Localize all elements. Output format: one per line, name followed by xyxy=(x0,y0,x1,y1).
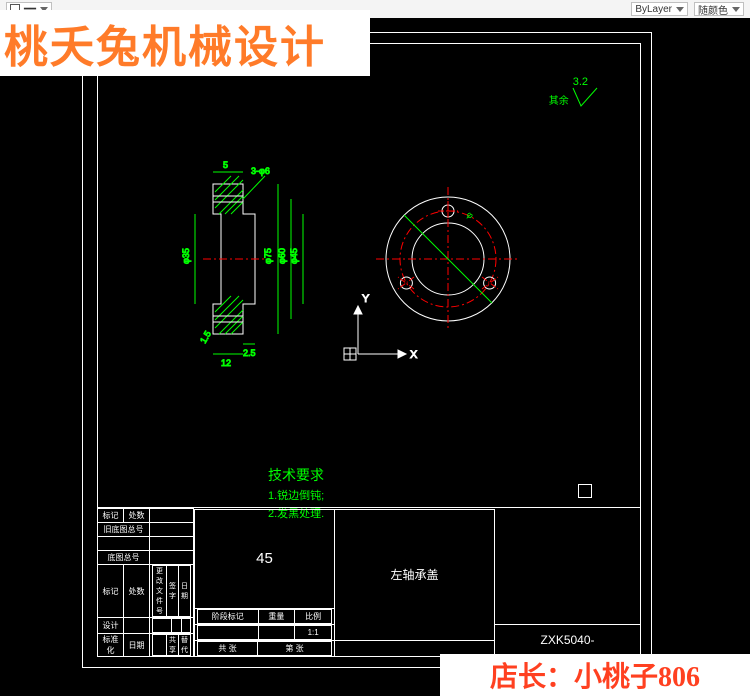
watermark-bottom-text: 店长：小桃子806 xyxy=(490,655,700,695)
drawing-sheet: 其余 3.2 技术要求 1.锐边倒钝; 2.发黑处理. xyxy=(82,32,652,668)
front-view: φ xyxy=(376,187,520,331)
svg-text:Y: Y xyxy=(362,293,370,305)
svg-text:φ75: φ75 xyxy=(263,248,273,264)
ucs-icon: X Y xyxy=(344,293,418,361)
reference-marker xyxy=(578,484,592,498)
drawing-frame: 其余 3.2 技术要求 1.锐边倒钝; 2.发黑处理. xyxy=(97,43,641,657)
surface-finish-mark: 其余 3.2 xyxy=(573,76,588,88)
views-svg: 5 3-φ6 φ75 φ60 φ45 φ35 12 2.5 1.5 xyxy=(158,154,578,434)
sf-rest-label: 其余 xyxy=(549,92,569,107)
watermark-top: 桃夭兔机械设计 xyxy=(0,10,370,76)
material-cell: 45 xyxy=(195,509,335,608)
color-label: 随颜色 xyxy=(698,2,728,17)
svg-text:φ45: φ45 xyxy=(289,248,299,264)
color-control-dropdown[interactable]: 随颜色 xyxy=(694,2,744,16)
svg-text:φ60: φ60 xyxy=(277,248,287,264)
drawing-views: 5 3-φ6 φ75 φ60 φ45 φ35 12 2.5 1.5 xyxy=(158,154,578,434)
svg-text:1.5: 1.5 xyxy=(198,329,213,345)
tb-cell xyxy=(150,509,194,523)
title-block: 标记 处数 45 左轴承盖 xyxy=(97,507,641,657)
tech-line-1: 1.锐边倒钝; xyxy=(268,488,324,506)
svg-text:3-φ6: 3-φ6 xyxy=(251,166,270,176)
layer-color-dropdown[interactable]: ByLayer xyxy=(631,2,688,16)
svg-text:5: 5 xyxy=(223,160,228,170)
watermark-top-text: 桃夭兔机械设计 xyxy=(4,11,326,75)
svg-text:2.5: 2.5 xyxy=(243,348,256,358)
layer-label: ByLayer xyxy=(635,4,672,15)
model-space[interactable]: 其余 3.2 技术要求 1.锐边倒钝; 2.发黑处理. xyxy=(0,18,750,696)
svg-text:φ: φ xyxy=(465,209,476,220)
drawing-number-cell: ZXK5040- xyxy=(495,624,641,656)
svg-text:X: X xyxy=(410,349,418,361)
tech-title: 技术要求 xyxy=(268,464,324,486)
svg-text:φ35: φ35 xyxy=(181,248,191,264)
section-view: 5 3-φ6 φ75 φ60 φ45 φ35 12 2.5 1.5 xyxy=(181,160,303,368)
svg-text:12: 12 xyxy=(221,358,231,368)
watermark-bottom: 店长：小桃子806 xyxy=(440,654,750,696)
part-name-cell: 左轴承盖 xyxy=(335,509,495,640)
